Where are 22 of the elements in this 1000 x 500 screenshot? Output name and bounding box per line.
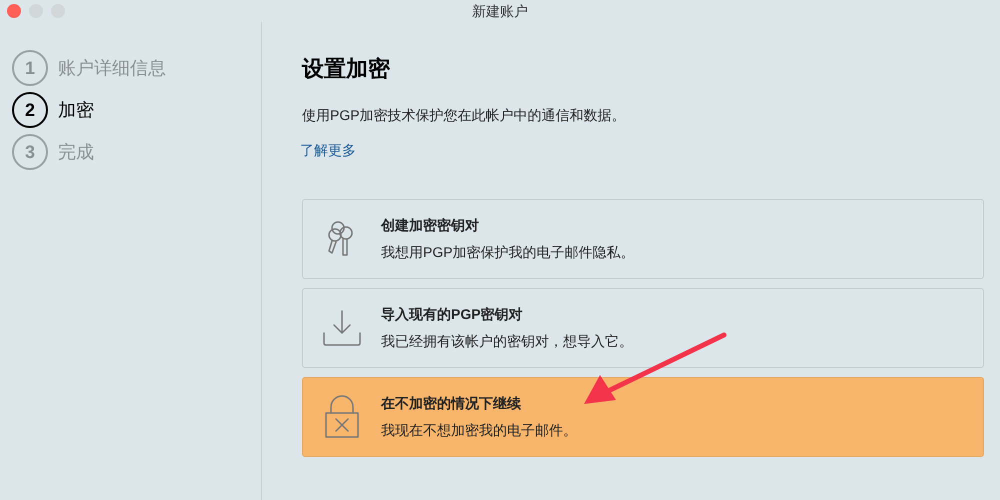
- lock-icon: [324, 395, 360, 439]
- step-number: 1: [12, 50, 48, 86]
- description-text: 使用PGP加密技术保护您在此帐户中的通信和数据。: [302, 106, 627, 125]
- page-heading: 设置加密: [302, 55, 391, 83]
- option-card[interactable]: 导入现有的PGP密钥对 我已经拥有该帐户的密钥对，想导入它。: [302, 288, 984, 368]
- step-label: 完成: [58, 140, 94, 164]
- window-title: 新建账户: [472, 2, 528, 20]
- option-subtitle: 我现在不想加密我的电子邮件。: [381, 421, 577, 440]
- option-subtitle: 我已经拥有该帐户的密钥对，想导入它。: [381, 332, 633, 351]
- option-title: 在不加密的情况下继续: [381, 394, 522, 413]
- step-number: 3: [12, 134, 48, 170]
- step-number: 2: [12, 92, 48, 128]
- step-label: 加密: [58, 98, 94, 122]
- learn-more-link[interactable]: 了解更多: [300, 140, 356, 161]
- option-card[interactable]: 创建加密密钥对 我想用PGP加密保护我的电子邮件隐私。: [302, 199, 984, 279]
- download-icon: [322, 309, 362, 347]
- option-subtitle: 我想用PGP加密保护我的电子邮件隐私。: [381, 243, 635, 262]
- option-title: 创建加密密钥对: [381, 216, 480, 235]
- option-title: 导入现有的PGP密钥对: [381, 305, 524, 324]
- step-label: 账户详细信息: [58, 56, 166, 80]
- close-icon[interactable]: [7, 4, 21, 18]
- option-card[interactable]: 在不加密的情况下继续 我现在不想加密我的电子邮件。: [302, 377, 984, 457]
